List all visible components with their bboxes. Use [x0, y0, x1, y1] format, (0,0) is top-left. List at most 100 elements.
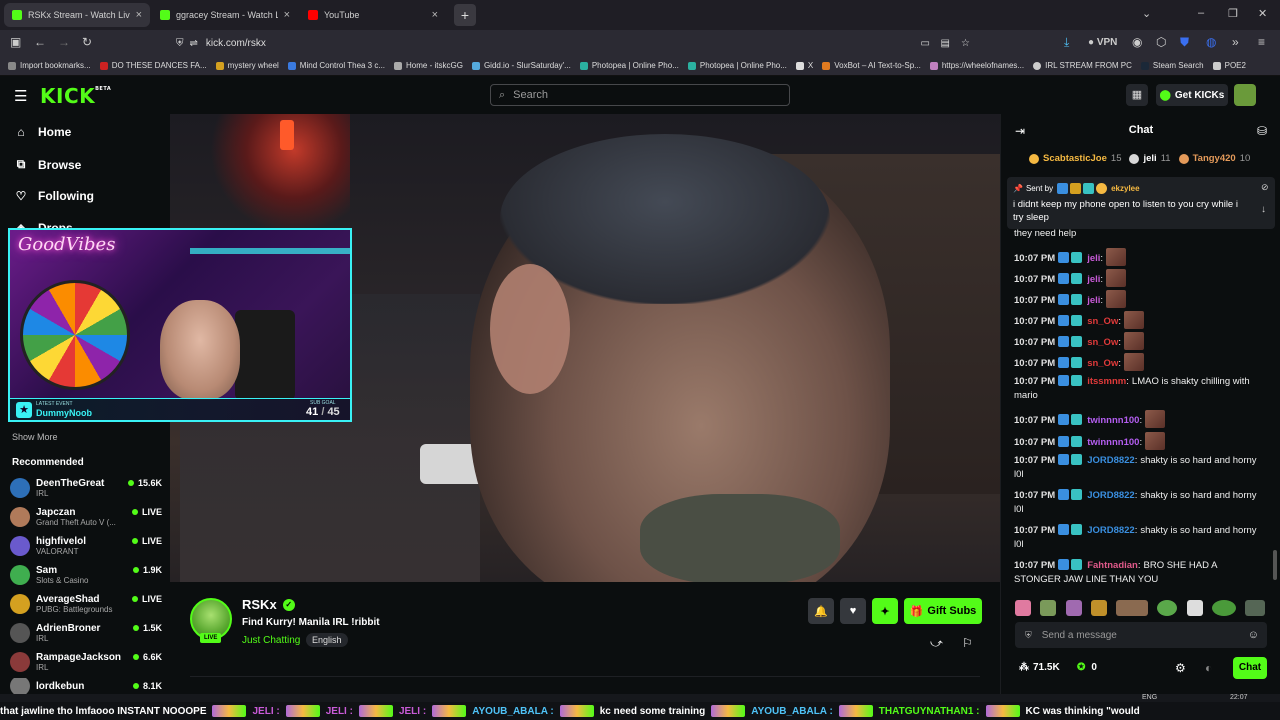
- bookmark-item[interactable]: Home - itskcGG: [394, 61, 463, 70]
- clock[interactable]: 22:07: [1230, 694, 1248, 701]
- recommended-channel[interactable]: Sam Slots & Casino 1.9K: [10, 562, 162, 588]
- menu-icon[interactable]: ≡: [1258, 35, 1265, 49]
- chat-username[interactable]: sn_Ow: [1087, 337, 1118, 348]
- user-avatar[interactable]: [1234, 84, 1256, 106]
- get-kicks-button[interactable]: ⬤ Get KICKs: [1156, 84, 1228, 106]
- settings-gear-icon[interactable]: ⚙: [1175, 661, 1186, 675]
- category-link[interactable]: Just Chatting: [242, 635, 300, 646]
- emote-icon[interactable]: [1015, 600, 1031, 616]
- url-bar[interactable]: ⛨ ⇌ kick.com/rskx ▭ ▤ ☆: [176, 33, 986, 53]
- emote-icon[interactable]: [1065, 600, 1082, 616]
- bookmark-item[interactable]: Mind Control Thea 3 c...: [287, 61, 385, 70]
- chat-username[interactable]: twinnnn100: [1087, 415, 1139, 426]
- browser-tab-ggracey[interactable]: ggracey Stream - Watch Live on ×: [152, 3, 298, 27]
- shield-icon[interactable]: ⛨: [176, 38, 184, 49]
- gift-subs-button[interactable]: 🎁 Gift Subs: [904, 598, 982, 624]
- recommended-channel[interactable]: Japczan Grand Theft Auto V (... LIVE: [10, 504, 162, 530]
- back-arrow-icon[interactable]: ←: [34, 35, 46, 49]
- send-chat-button[interactable]: Chat: [1233, 657, 1267, 679]
- chat-username[interactable]: jeli: [1087, 295, 1100, 306]
- emote-icon[interactable]: [1186, 600, 1203, 616]
- bookmark-item[interactable]: IRL STREAM FROM PC: [1033, 61, 1132, 70]
- extension-icon[interactable]: ◍: [1206, 35, 1216, 49]
- share-icon[interactable]: ⤻: [930, 636, 943, 651]
- hamburger-menu-icon[interactable]: ☰: [14, 87, 27, 105]
- follow-heart-icon[interactable]: ♥: [840, 598, 866, 624]
- expand-pinned-icon[interactable]: ↓: [1261, 204, 1266, 215]
- browser-tab-youtube[interactable]: YouTube ×: [300, 3, 446, 27]
- close-tab-icon[interactable]: ×: [432, 9, 438, 21]
- bookmark-item[interactable]: mystery wheel: [215, 61, 279, 70]
- language-indicator[interactable]: ENG: [1142, 694, 1157, 701]
- url-text[interactable]: kick.com/rskx: [206, 38, 266, 49]
- pinned-user[interactable]: ekzylee: [1111, 184, 1139, 193]
- language-tag[interactable]: English: [306, 633, 348, 647]
- sidebar-item-following[interactable]: ♡ Following: [14, 189, 94, 203]
- chat-username[interactable]: itssmnm: [1087, 376, 1126, 387]
- sidebar-item-browse[interactable]: ⧉ Browse: [14, 157, 82, 172]
- bookmark-item[interactable]: DO THESE DANCES FA...: [99, 61, 207, 70]
- chat-username[interactable]: twinnnn100: [1087, 437, 1139, 448]
- chat-input[interactable]: ⛨ Send a message ☺: [1015, 622, 1267, 648]
- bookmark-star-icon[interactable]: ☆: [961, 38, 970, 49]
- emote-icon[interactable]: [1211, 600, 1236, 616]
- ublock-icon[interactable]: ⛊: [1180, 35, 1189, 50]
- kick-logo[interactable]: KICKBETA: [40, 84, 111, 108]
- recommended-channel[interactable]: RampageJackson IRL 6.6K: [10, 649, 162, 675]
- extensions-icon[interactable]: ⬡: [1156, 35, 1166, 49]
- sparkle-icon[interactable]: ✦: [872, 598, 898, 624]
- minimize-window-icon[interactable]: –: [1198, 7, 1204, 19]
- chat-username[interactable]: JORD8822: [1087, 525, 1135, 536]
- maximize-window-icon[interactable]: ❐: [1228, 7, 1238, 20]
- chat-username[interactable]: sn_Ow: [1087, 316, 1118, 327]
- chat-username[interactable]: Fahtnadian: [1087, 560, 1138, 571]
- chat-users-icon[interactable]: ⛁: [1257, 124, 1267, 138]
- gifter-name[interactable]: ScabtasticJoe: [1043, 153, 1107, 164]
- chat-username[interactable]: jeli: [1087, 253, 1100, 264]
- emote-icon[interactable]: [1157, 600, 1178, 616]
- dashboard-icon[interactable]: ▦: [1126, 84, 1148, 106]
- chat-emote-icon[interactable]: ◐: [1205, 661, 1212, 675]
- recommended-channel[interactable]: AverageShad PUBG: Battlegrounds LIVE: [10, 591, 162, 617]
- reader-view-icon[interactable]: ▤: [941, 38, 950, 49]
- emote-icon[interactable]: [1116, 600, 1148, 616]
- emote-icon[interactable]: [1040, 600, 1057, 616]
- recommended-channel[interactable]: AdrienBroner IRL 1.5K: [10, 620, 162, 646]
- recommended-channel[interactable]: highfivelol VALORANT LIVE: [10, 533, 162, 559]
- kicks-balance[interactable]: ⁂ 71.5K: [1019, 662, 1060, 673]
- report-icon[interactable]: ⚐: [962, 636, 973, 650]
- chat-username[interactable]: sn_Ow: [1087, 358, 1118, 369]
- recommended-channel[interactable]: lordkebun 8.1K: [10, 678, 162, 694]
- close-tab-icon[interactable]: ×: [136, 9, 142, 21]
- show-more-link[interactable]: Show More: [12, 432, 58, 442]
- gifter-name[interactable]: jeli: [1143, 153, 1156, 164]
- gifter-name[interactable]: Tangy420: [1193, 153, 1236, 164]
- emote-icon[interactable]: [1090, 600, 1107, 616]
- picture-in-picture-icon[interactable]: ▭: [921, 38, 930, 49]
- emote-icon[interactable]: [1245, 600, 1265, 616]
- vpn-button[interactable]: ● VPN: [1088, 37, 1117, 48]
- bookmark-item[interactable]: X: [795, 61, 813, 70]
- channel-name[interactable]: RSKx: [242, 597, 277, 612]
- bookmark-item[interactable]: VoxBot – AI Text-to-Sp...: [822, 61, 921, 70]
- account-icon[interactable]: ◉: [1132, 35, 1142, 49]
- bookmark-item[interactable]: Gidd.io - SlurSaturday'...: [471, 61, 571, 70]
- bookmark-item[interactable]: Photopea | Online Pho...: [687, 61, 787, 70]
- bookmark-item[interactable]: Photopea | Online Pho...: [579, 61, 679, 70]
- tab-list-chevron-icon[interactable]: ⌄: [1142, 7, 1151, 20]
- bookmark-item[interactable]: POE2: [1212, 61, 1246, 70]
- recommended-channel[interactable]: DeenTheGreat IRL 15.6K: [10, 475, 162, 501]
- new-tab-button[interactable]: +: [454, 4, 476, 26]
- chat-username[interactable]: JORD8822: [1087, 490, 1135, 501]
- search-input[interactable]: ⌕ Search: [490, 84, 790, 106]
- bookmark-item[interactable]: Steam Search: [1140, 61, 1204, 70]
- more-tools-icon[interactable]: »: [1232, 35, 1239, 49]
- chat-scrollbar[interactable]: [1273, 550, 1277, 580]
- close-window-icon[interactable]: ✕: [1258, 7, 1267, 20]
- notification-bell-icon[interactable]: 🔔: [808, 598, 834, 624]
- download-icon[interactable]: ⤓: [1064, 35, 1069, 50]
- reload-icon[interactable]: ↻: [82, 35, 92, 49]
- bookmark-item[interactable]: https://wheelofnames...: [929, 61, 1024, 70]
- bookmark-item[interactable]: Import bookmarks...: [8, 61, 91, 70]
- chat-username[interactable]: jeli: [1087, 274, 1100, 285]
